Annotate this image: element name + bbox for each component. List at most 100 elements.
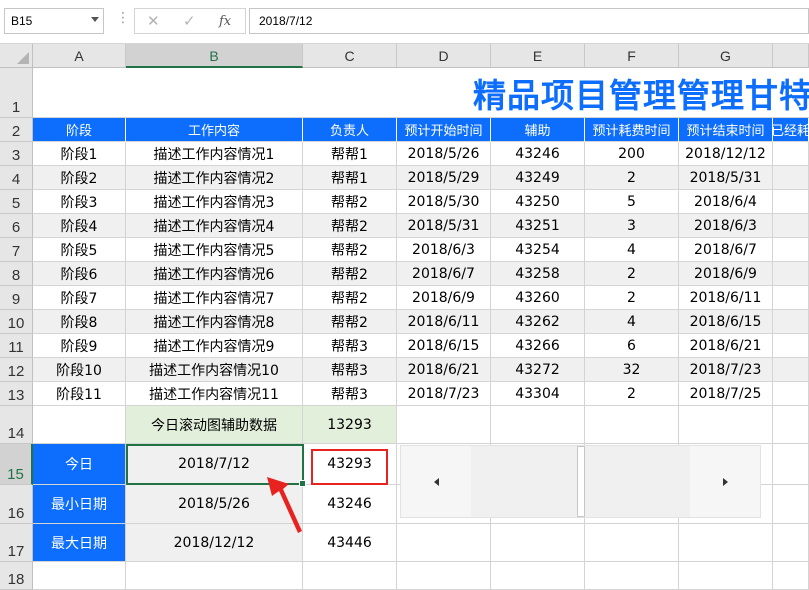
table-cell[interactable]: 2018/7/23	[397, 382, 491, 406]
column-header-f[interactable]: F	[585, 44, 679, 68]
table-cell[interactable]: 阶段6	[33, 262, 126, 286]
table-cell[interactable]: 2018/6/9	[397, 286, 491, 310]
table-cell[interactable]: 描述工作内容情况5	[126, 238, 303, 262]
row-header-15[interactable]: 15	[0, 444, 33, 485]
empty-cell[interactable]	[397, 524, 491, 562]
empty-cell[interactable]	[773, 406, 809, 444]
header-cell[interactable]: 预计结束时间	[679, 118, 773, 142]
chevron-down-icon[interactable]	[91, 17, 99, 22]
table-cell[interactable]: 描述工作内容情况9	[126, 334, 303, 358]
table-cell[interactable]: 阶段8	[33, 310, 126, 334]
column-header-c[interactable]: C	[303, 44, 397, 68]
empty-cell[interactable]	[303, 562, 397, 590]
table-cell[interactable]: 阶段5	[33, 238, 126, 262]
header-cell[interactable]: 阶段	[33, 118, 126, 142]
name-box[interactable]: B15	[4, 8, 104, 34]
table-cell[interactable]: 阶段9	[33, 334, 126, 358]
table-cell[interactable]: 帮帮2	[303, 190, 397, 214]
table-cell[interactable]: 2018/6/15	[397, 334, 491, 358]
table-cell[interactable]: 5	[585, 190, 679, 214]
table-cell[interactable]: 描述工作内容情况1	[126, 142, 303, 166]
table-cell[interactable]: 3	[585, 214, 679, 238]
table-cell[interactable]: 帮帮2	[303, 214, 397, 238]
table-cell[interactable]: 2018/7/23	[679, 358, 773, 382]
table-cell[interactable]: 2018/5/30	[397, 190, 491, 214]
table-cell[interactable]: 描述工作内容情况7	[126, 286, 303, 310]
scroll-thumb[interactable]	[576, 446, 585, 517]
row-header-6[interactable]: 6	[0, 214, 33, 238]
table-cell[interactable]: 32	[585, 358, 679, 382]
empty-cell[interactable]	[491, 562, 585, 590]
date-scrollbar[interactable]	[400, 445, 761, 518]
header-cell[interactable]: 负责人	[303, 118, 397, 142]
empty-cell[interactable]	[585, 524, 679, 562]
table-cell[interactable]	[773, 190, 809, 214]
table-cell[interactable]: 2018/6/21	[397, 358, 491, 382]
row-header-10[interactable]: 10	[0, 310, 33, 334]
table-cell[interactable]: 2018/5/31	[397, 214, 491, 238]
empty-cell[interactable]	[773, 444, 809, 485]
table-cell[interactable]	[773, 310, 809, 334]
header-cell[interactable]: 已经耗	[773, 118, 809, 142]
empty-cell[interactable]	[33, 562, 126, 590]
select-all-corner[interactable]	[0, 44, 33, 68]
empty-cell[interactable]	[773, 524, 809, 562]
table-cell[interactable]: 2018/6/21	[679, 334, 773, 358]
table-cell[interactable]: 43250	[491, 190, 585, 214]
table-cell[interactable]: 帮帮3	[303, 334, 397, 358]
fill-handle[interactable]	[299, 480, 306, 487]
table-cell[interactable]: 帮帮1	[303, 166, 397, 190]
summary-label-cell[interactable]: 最大日期	[33, 524, 126, 562]
row-header-2[interactable]: 2	[0, 118, 33, 142]
empty-cell[interactable]	[397, 562, 491, 590]
table-cell[interactable]: 帮帮2	[303, 238, 397, 262]
table-cell[interactable]	[773, 238, 809, 262]
table-cell[interactable]	[773, 166, 809, 190]
table-cell[interactable]: 阶段11	[33, 382, 126, 406]
table-cell[interactable]: 2018/6/3	[397, 238, 491, 262]
column-header-e[interactable]: E	[491, 44, 585, 68]
table-cell[interactable]: 43304	[491, 382, 585, 406]
table-cell[interactable]	[773, 334, 809, 358]
table-cell[interactable]: 帮帮2	[303, 310, 397, 334]
table-cell[interactable]	[773, 286, 809, 310]
empty-cell[interactable]	[773, 562, 809, 590]
table-cell[interactable]: 2018/6/15	[679, 310, 773, 334]
empty-cell[interactable]	[679, 524, 773, 562]
row-header-8[interactable]: 8	[0, 262, 33, 286]
table-cell[interactable]: 2	[585, 262, 679, 286]
summary-label-cell[interactable]: 最小日期	[33, 485, 126, 524]
row-header-9[interactable]: 9	[0, 286, 33, 310]
table-cell[interactable]: 描述工作内容情况3	[126, 190, 303, 214]
table-cell[interactable]: 4	[585, 310, 679, 334]
table-cell[interactable]: 2018/6/4	[679, 190, 773, 214]
table-cell[interactable]: 描述工作内容情况6	[126, 262, 303, 286]
empty-cell[interactable]	[679, 562, 773, 590]
row-header-4[interactable]: 4	[0, 166, 33, 190]
summary-date-cell[interactable]: 2018/5/26	[126, 485, 303, 524]
table-cell[interactable]	[773, 262, 809, 286]
table-cell[interactable]: 2018/6/3	[679, 214, 773, 238]
header-cell[interactable]: 工作内容	[126, 118, 303, 142]
table-cell[interactable]: 43262	[491, 310, 585, 334]
column-header-b[interactable]: B	[126, 44, 303, 68]
table-cell[interactable]: 43251	[491, 214, 585, 238]
empty-cell[interactable]	[491, 524, 585, 562]
empty-cell[interactable]	[33, 406, 126, 444]
table-cell[interactable]: 2018/7/25	[679, 382, 773, 406]
table-cell[interactable]: 2018/12/12	[679, 142, 773, 166]
table-cell[interactable]	[773, 214, 809, 238]
column-header-g[interactable]: G	[679, 44, 773, 68]
row-header-3[interactable]: 3	[0, 142, 33, 166]
helper-label-cell[interactable]: 今日滚动图辅助数据	[126, 406, 303, 444]
table-cell[interactable]: 2018/6/9	[679, 262, 773, 286]
table-cell[interactable]: 阶段7	[33, 286, 126, 310]
table-cell[interactable]	[773, 358, 809, 382]
row-header-16[interactable]: 16	[0, 485, 33, 524]
summary-date-cell[interactable]: 2018/12/12	[126, 524, 303, 562]
summary-serial-cell[interactable]: 43446	[303, 524, 397, 562]
row-header-12[interactable]: 12	[0, 358, 33, 382]
table-cell[interactable]: 200	[585, 142, 679, 166]
table-cell[interactable]: 43272	[491, 358, 585, 382]
table-cell[interactable]: 阶段2	[33, 166, 126, 190]
